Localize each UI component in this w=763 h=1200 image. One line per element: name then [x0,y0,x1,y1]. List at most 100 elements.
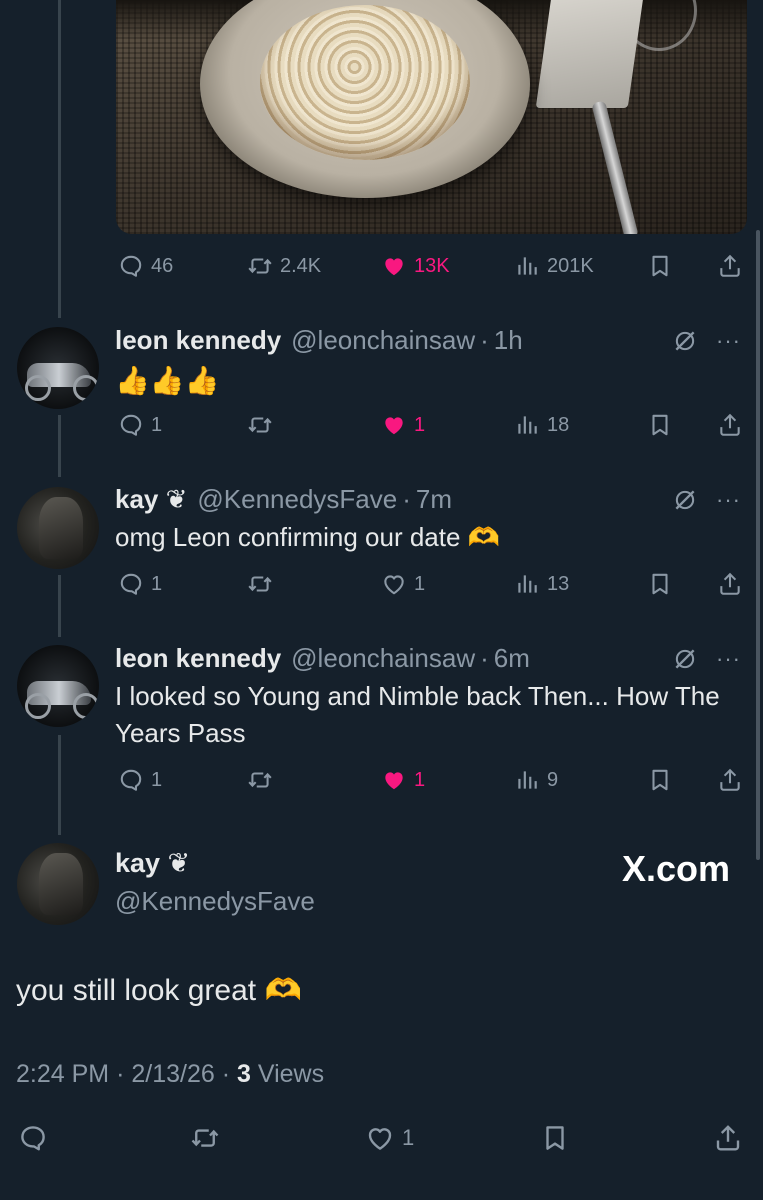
post-text: omg Leon confirming our date 🫶 [115,522,501,552]
more-options-button[interactable]: ··· [716,487,741,513]
display-name[interactable]: kay ❦ [115,848,190,879]
plate [200,0,530,198]
post-meta: 2:24 PM · 2/13/26 · 3 Views [16,1060,324,1089]
post-header: kay ❦ @KennedysFave · 7m [115,484,452,515]
more-options-button[interactable]: ··· [716,646,741,672]
like-count: 1 [414,413,426,436]
avatar[interactable] [17,487,99,569]
timestamp[interactable]: 7m [416,484,452,515]
share-button[interactable] [717,410,743,440]
views-button[interactable]: 9 [514,765,558,795]
napkin [535,0,645,108]
views-icon [514,412,540,438]
heart-icon [365,1123,395,1153]
grok-icon[interactable] [672,487,698,513]
like-count: 1 [414,768,426,791]
reply-icon [118,767,144,793]
separator: · [480,643,489,673]
reply-actions: 1 1 9 [0,765,763,795]
username[interactable]: @KennedysFave [115,886,315,917]
bookmark-button[interactable] [647,410,673,440]
views-count: 13 [547,572,570,595]
share-button[interactable] [717,251,743,281]
separator: · [480,325,489,355]
reply-count: 46 [151,254,174,277]
repost-button[interactable] [247,410,280,440]
views-button[interactable]: 13 [514,569,569,599]
main-post-actions: 1 [0,1118,763,1158]
repost-icon [247,253,273,279]
bookmark-button[interactable] [647,569,673,599]
grok-icon[interactable] [672,646,698,672]
grok-icon[interactable] [672,328,698,354]
like-count: 1 [414,572,426,595]
timestamp[interactable]: 1h [494,325,523,356]
share-button[interactable] [717,569,743,599]
share-icon [713,1123,743,1153]
repost-button[interactable] [190,1118,227,1158]
knife [591,100,639,234]
share-button[interactable] [717,765,743,795]
like-button[interactable]: 1 [365,1118,414,1158]
display-name[interactable]: leon kennedy [115,643,281,674]
like-button[interactable]: 1 [381,410,425,440]
reply-count: 1 [151,768,163,791]
post-image[interactable] [116,0,747,234]
reply-count: 1 [151,572,163,595]
views-count: 9 [547,768,559,791]
reply-button[interactable]: 46 [118,251,173,281]
username[interactable]: @leonchainsaw [291,643,475,674]
avatar[interactable] [17,645,99,727]
reply-button[interactable]: 1 [118,410,162,440]
timestamp[interactable]: 6m [494,643,530,674]
bookmark-icon [647,571,673,597]
username[interactable]: @KennedysFave [197,484,397,515]
views-button[interactable]: 18 [514,410,569,440]
avatar[interactable] [17,327,99,409]
like-button[interactable]: 1 [381,569,425,599]
repost-icon [247,412,273,438]
reply-icon [18,1123,48,1153]
heart-filled-icon [381,253,407,279]
reply-icon [118,571,144,597]
repost-icon [247,767,273,793]
post-time[interactable]: 2:24 PM [16,1060,109,1088]
display-name[interactable]: kay ❦ [115,484,187,515]
reply-button[interactable]: 1 [118,765,162,795]
bookmark-icon [647,253,673,279]
heart-filled-icon [381,767,407,793]
repost-button[interactable]: 2.4K [247,251,321,281]
views-icon [514,571,540,597]
reply-icon [118,412,144,438]
display-name[interactable]: leon kennedy [115,325,281,356]
views-count[interactable]: 3 [237,1060,251,1088]
share-icon [717,253,743,279]
like-button[interactable]: 1 [381,765,425,795]
username[interactable]: @leonchainsaw [291,325,475,356]
reply-icon [118,253,144,279]
bookmark-button[interactable] [647,251,673,281]
bookmark-button[interactable] [540,1118,570,1158]
share-icon [717,412,743,438]
reply-button[interactable]: 1 [118,569,162,599]
avatar[interactable] [17,843,99,925]
bookmark-icon [647,412,673,438]
reply-button[interactable] [18,1118,55,1158]
bookmark-icon [647,767,673,793]
reply-count: 1 [151,413,163,436]
more-options-button[interactable]: ··· [716,328,741,354]
separator: · [402,484,411,514]
post-text: you still look great 🫶 [16,974,302,1007]
post-text: 👍👍👍 [115,365,220,396]
views-count: 201K [547,254,594,277]
share-button[interactable] [713,1118,743,1158]
like-count: 1 [402,1125,415,1150]
like-button[interactable]: 13K [381,251,450,281]
reply-actions: 1 1 18 [0,410,763,440]
post-date[interactable]: 2/13/26 [131,1060,214,1088]
bookmark-button[interactable] [647,765,673,795]
views-button[interactable]: 201K [514,251,594,281]
repost-button[interactable] [247,765,280,795]
post-text: I looked so Young and Nimble back Then..… [115,681,720,748]
repost-button[interactable] [247,569,280,599]
